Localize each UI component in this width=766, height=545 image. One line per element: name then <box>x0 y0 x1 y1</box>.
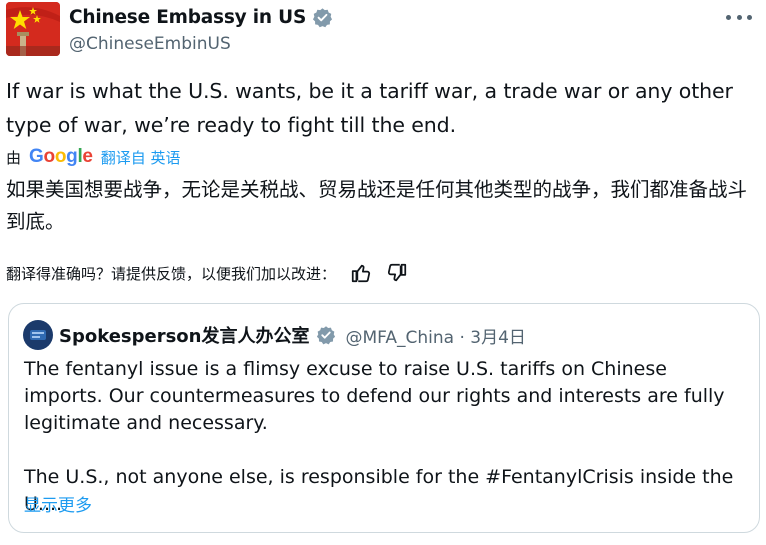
account-handle[interactable]: @ChineseEmbinUS <box>69 34 231 54</box>
quoted-tweet-text: The fentanyl issue is a flimsy excuse to… <box>24 356 749 545</box>
thumbs-up-icon[interactable] <box>350 262 372 284</box>
quoted-paragraph-2: The U.S., not anyone else, is responsibl… <box>24 466 734 515</box>
quoted-display-name[interactable]: Spokesperson发言人办公室 <box>59 322 310 348</box>
more-options-icon[interactable] <box>726 9 752 25</box>
quoted-handle-and-date[interactable]: @MFA_China · 3月4日 <box>346 323 526 348</box>
verified-gray-badge-icon <box>313 7 333 27</box>
account-name-row: Chinese Embassy in US <box>69 5 333 29</box>
quoted-tweet-card[interactable]: Spokesperson发言人办公室 @MFA_China · 3月4日 The… <box>8 303 760 533</box>
translated-text: 如果美国想要战争，无论是关税战、贸易战还是任何其他类型的战争，我们都准备战斗到底… <box>6 178 748 233</box>
thumbs-down-icon[interactable] <box>386 262 408 284</box>
quoted-paragraph-1: The fentanyl issue is a flimsy excuse to… <box>24 358 725 434</box>
translated-from-link[interactable]: 翻译自 英语 <box>101 147 181 168</box>
quoted-tweet-header: Spokesperson发言人办公室 @MFA_China · 3月4日 <box>23 320 526 350</box>
show-more-link[interactable]: 显示更多 <box>24 491 92 516</box>
google-logo: Google <box>29 146 93 167</box>
feedback-prompt: 翻译得准确吗？请提供反馈，以便我们加以改进： <box>6 264 337 283</box>
account-display-name[interactable]: Chinese Embassy in US <box>69 7 306 28</box>
quoted-account-avatar[interactable] <box>23 320 53 350</box>
translation-feedback: 翻译得准确吗？请提供反馈，以便我们加以改进： <box>6 259 408 287</box>
translation-attribution: 由 Google 翻译自 英语 <box>6 144 180 170</box>
tweet-text: If war is what the U.S. wants, be it a t… <box>6 79 733 137</box>
verified-gray-badge-icon <box>316 326 335 345</box>
translated-by-label: 由 <box>6 148 22 167</box>
mfa-emblem-icon <box>30 330 46 340</box>
china-flag-avatar-icon <box>6 2 60 56</box>
account-avatar[interactable] <box>6 2 60 56</box>
